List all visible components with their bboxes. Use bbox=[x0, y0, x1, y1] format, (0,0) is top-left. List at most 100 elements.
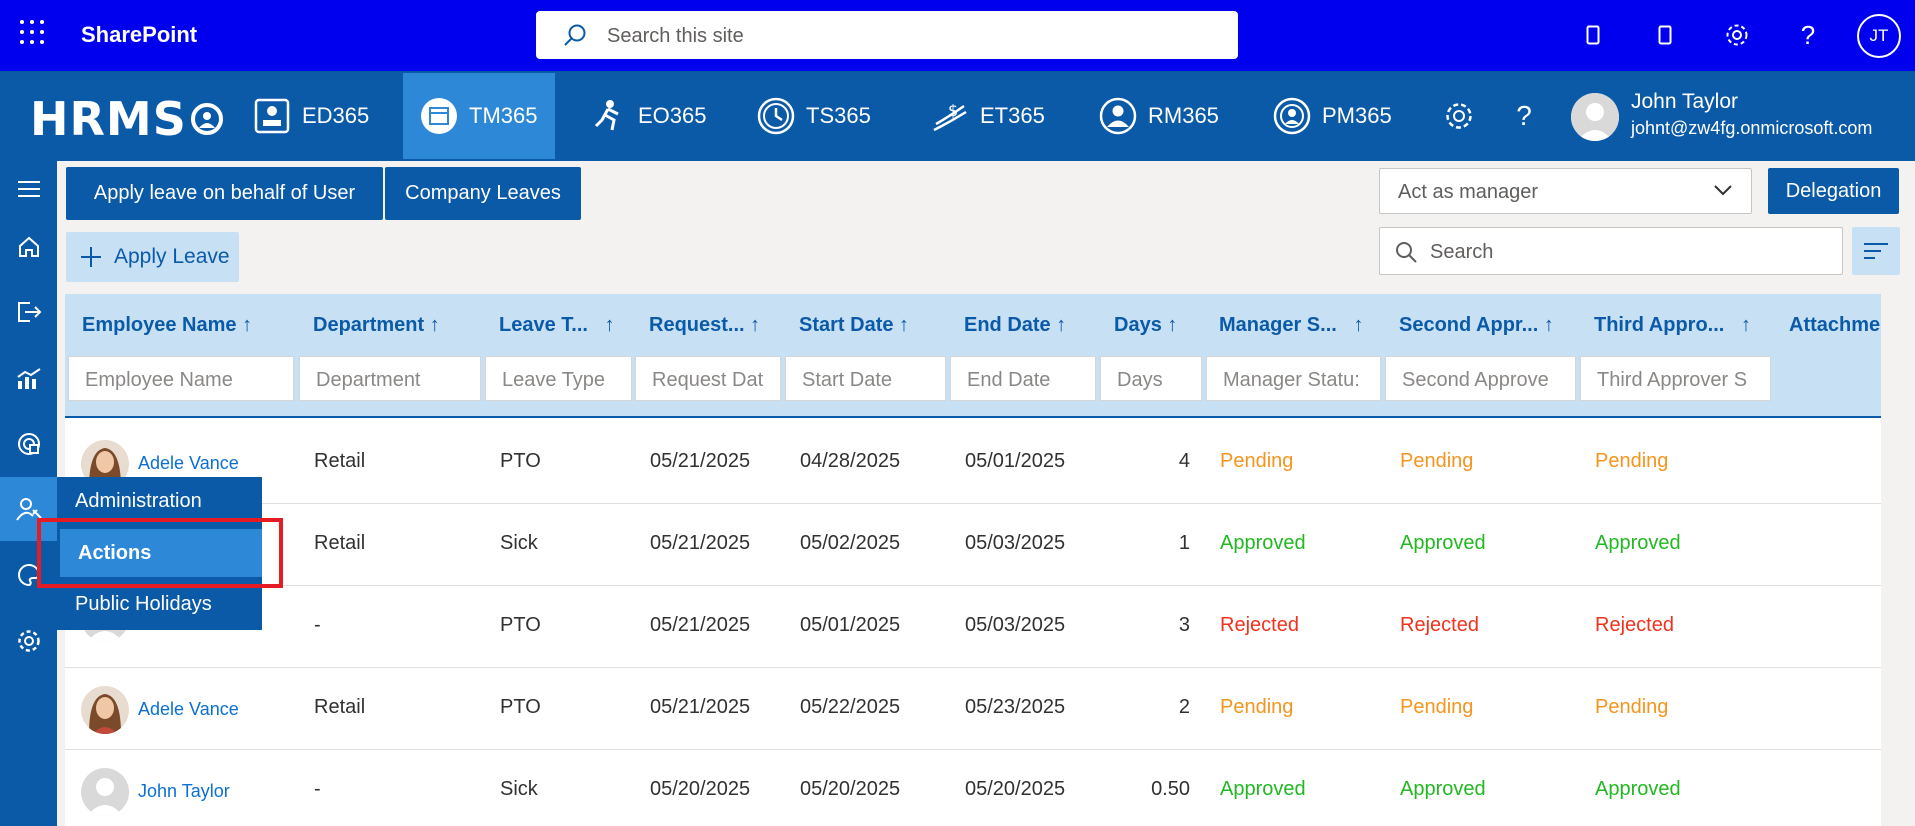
filter-employee-name[interactable]: Employee Name bbox=[68, 356, 294, 401]
flyout-item-actions[interactable]: Actions bbox=[60, 529, 262, 577]
days-cell: 0.50 bbox=[1151, 778, 1190, 800]
second-status-cell: Pending bbox=[1400, 696, 1474, 718]
request-date-cell: 05/21/2025 bbox=[650, 614, 751, 636]
tab-ed365[interactable]: ED365 bbox=[236, 73, 385, 159]
employee-directory-icon bbox=[252, 96, 292, 136]
employee-name-link[interactable]: Adele Vance bbox=[138, 699, 239, 720]
apply-leave-button[interactable]: Apply Leave bbox=[66, 232, 239, 282]
col-start-date[interactable]: Start Date ↑ bbox=[799, 314, 909, 344]
recruitment-icon bbox=[1098, 96, 1138, 136]
col-third-approver[interactable]: Third Appro... ↑ bbox=[1594, 314, 1751, 344]
palette-icon[interactable] bbox=[0, 545, 57, 605]
hamburger-menu-icon[interactable] bbox=[0, 161, 57, 217]
second-status-cell: Approved bbox=[1400, 532, 1486, 554]
second-status-cell: Pending bbox=[1400, 450, 1474, 472]
hrms-logo[interactable]: HRMS bbox=[30, 92, 223, 146]
delegation-button[interactable]: Delegation bbox=[1768, 168, 1899, 214]
col-end-date[interactable]: End Date ↑ bbox=[964, 314, 1066, 344]
logo-ring-icon bbox=[190, 103, 223, 135]
act-as-manager-dropdown[interactable]: Act as manager bbox=[1379, 168, 1752, 214]
leave-grid-body: Adele Vance Retail PTO 05/21/2025 04/28/… bbox=[65, 418, 1881, 826]
request-date-cell: 05/21/2025 bbox=[650, 696, 751, 718]
user-avatar-initials[interactable]: JT bbox=[1857, 14, 1901, 58]
tab-tm365[interactable]: TM365 bbox=[403, 73, 555, 159]
end-date-cell: 05/23/2025 bbox=[965, 696, 1066, 718]
table-row[interactable]: - PTO 05/21/2025 05/01/2025 05/03/2025 3… bbox=[65, 586, 1881, 668]
tab-ts365[interactable]: TS365 bbox=[740, 73, 887, 159]
grid-search-placeholder: Search bbox=[1430, 241, 1494, 263]
second-status-cell: Approved bbox=[1400, 778, 1486, 800]
performance-icon bbox=[1272, 96, 1312, 136]
col-department[interactable]: Department ↑ bbox=[313, 314, 440, 344]
tab-label: EO365 bbox=[638, 103, 707, 128]
home-icon[interactable] bbox=[0, 217, 57, 277]
department-cell: Retail bbox=[314, 450, 366, 472]
end-date-cell: 05/20/2025 bbox=[965, 778, 1066, 800]
tablet-icon[interactable] bbox=[1650, 20, 1680, 50]
employee-name-link[interactable]: John Taylor bbox=[138, 781, 230, 802]
end-date-cell: 05/01/2025 bbox=[965, 450, 1066, 472]
settings-icon[interactable] bbox=[0, 611, 57, 671]
filter-department[interactable]: Department bbox=[299, 356, 481, 401]
tab-rm365[interactable]: RM365 bbox=[1082, 73, 1235, 159]
tab-label: TS365 bbox=[806, 103, 871, 128]
plus-icon bbox=[81, 247, 101, 267]
filter-start-date[interactable]: Start Date bbox=[785, 356, 946, 401]
filter-request-date[interactable]: Request Dat bbox=[635, 356, 781, 401]
col-request-date[interactable]: Request... ↑ bbox=[649, 314, 760, 344]
filter-end-date[interactable]: End Date bbox=[950, 356, 1096, 401]
apply-leave-behalf-button[interactable]: Apply leave on behalf of User bbox=[66, 167, 383, 220]
col-attachment[interactable]: Attachme bbox=[1789, 314, 1880, 344]
tab-label: TM365 bbox=[469, 103, 538, 128]
filter-days[interactable]: Days bbox=[1100, 356, 1202, 401]
days-cell: 4 bbox=[1178, 450, 1190, 472]
filter-manager-status[interactable]: Manager Statu: bbox=[1206, 356, 1381, 401]
employee-photo bbox=[81, 686, 129, 734]
manager-status-cell: Approved bbox=[1220, 532, 1306, 554]
flyout-item-administration[interactable]: Administration bbox=[57, 477, 262, 525]
tab-label: PM365 bbox=[1322, 103, 1392, 128]
gear-icon[interactable] bbox=[1722, 20, 1752, 50]
site-search-box[interactable]: Search this site bbox=[536, 11, 1238, 59]
filter-second-approver[interactable]: Second Approve bbox=[1385, 356, 1576, 401]
table-row[interactable]: Adele Vance Retail PTO 05/21/2025 05/22/… bbox=[65, 668, 1881, 750]
col-employee-name[interactable]: Employee Name ↑ bbox=[82, 314, 252, 344]
table-row[interactable]: John Taylor - Sick 05/20/2025 05/20/2025… bbox=[65, 750, 1881, 826]
start-date-cell: 04/28/2025 bbox=[800, 450, 901, 472]
reports-icon[interactable] bbox=[0, 349, 57, 409]
col-second-approver[interactable]: Second Appr... ↑ bbox=[1399, 314, 1554, 344]
table-row[interactable]: Adele Vance Retail PTO 05/21/2025 04/28/… bbox=[65, 422, 1881, 504]
company-leaves-button[interactable]: Company Leaves bbox=[385, 167, 581, 220]
days-cell: 3 bbox=[1178, 614, 1190, 636]
chevron-down-icon bbox=[1714, 185, 1732, 196]
flyout-item-public-holidays[interactable]: Public Holidays bbox=[57, 580, 262, 628]
sharepoint-title[interactable]: SharePoint bbox=[81, 22, 197, 48]
act-as-placeholder: Act as manager bbox=[1398, 181, 1539, 203]
admin-flyout-menu: Administration Actions Public Holidays bbox=[57, 477, 262, 630]
tab-et365[interactable]: $ ET365 bbox=[914, 73, 1061, 159]
app-header: HRMS ED365 TM365 EO365 TS365 $ ET365 RM3… bbox=[0, 71, 1915, 161]
filter-third-approver[interactable]: Third Approver S bbox=[1580, 356, 1771, 401]
app-help-icon[interactable]: ? bbox=[1508, 98, 1540, 134]
col-leave-type[interactable]: Leave T... ↑ bbox=[499, 314, 615, 344]
filter-lines-button[interactable] bbox=[1852, 227, 1900, 275]
grid-search-input[interactable]: Search bbox=[1379, 227, 1843, 275]
app-launcher-icon[interactable] bbox=[20, 20, 46, 46]
employee-name-link[interactable]: Adele Vance bbox=[138, 453, 239, 474]
request-date-cell: 05/21/2025 bbox=[650, 450, 751, 472]
app-settings-icon[interactable] bbox=[1441, 98, 1477, 134]
tab-label: ED365 bbox=[302, 103, 370, 128]
third-status-cell: Pending bbox=[1595, 696, 1669, 718]
tab-pm365[interactable]: PM365 bbox=[1256, 73, 1408, 159]
help-icon[interactable]: ? bbox=[1793, 20, 1823, 50]
dashboard-icon[interactable] bbox=[0, 414, 57, 474]
filter-leave-type[interactable]: Leave Type bbox=[485, 356, 632, 401]
department-cell: - bbox=[314, 778, 321, 800]
phone-icon[interactable] bbox=[1578, 20, 1608, 50]
user-settings-icon[interactable] bbox=[0, 477, 57, 541]
table-row[interactable]: Retail Sick 05/21/2025 05/02/2025 05/03/… bbox=[65, 504, 1881, 586]
tab-eo365[interactable]: EO365 bbox=[572, 73, 723, 159]
col-days[interactable]: Days ↑ bbox=[1114, 314, 1177, 344]
leave-exit-icon[interactable] bbox=[0, 282, 57, 342]
col-manager-status[interactable]: Manager S... ↑ bbox=[1219, 314, 1363, 344]
